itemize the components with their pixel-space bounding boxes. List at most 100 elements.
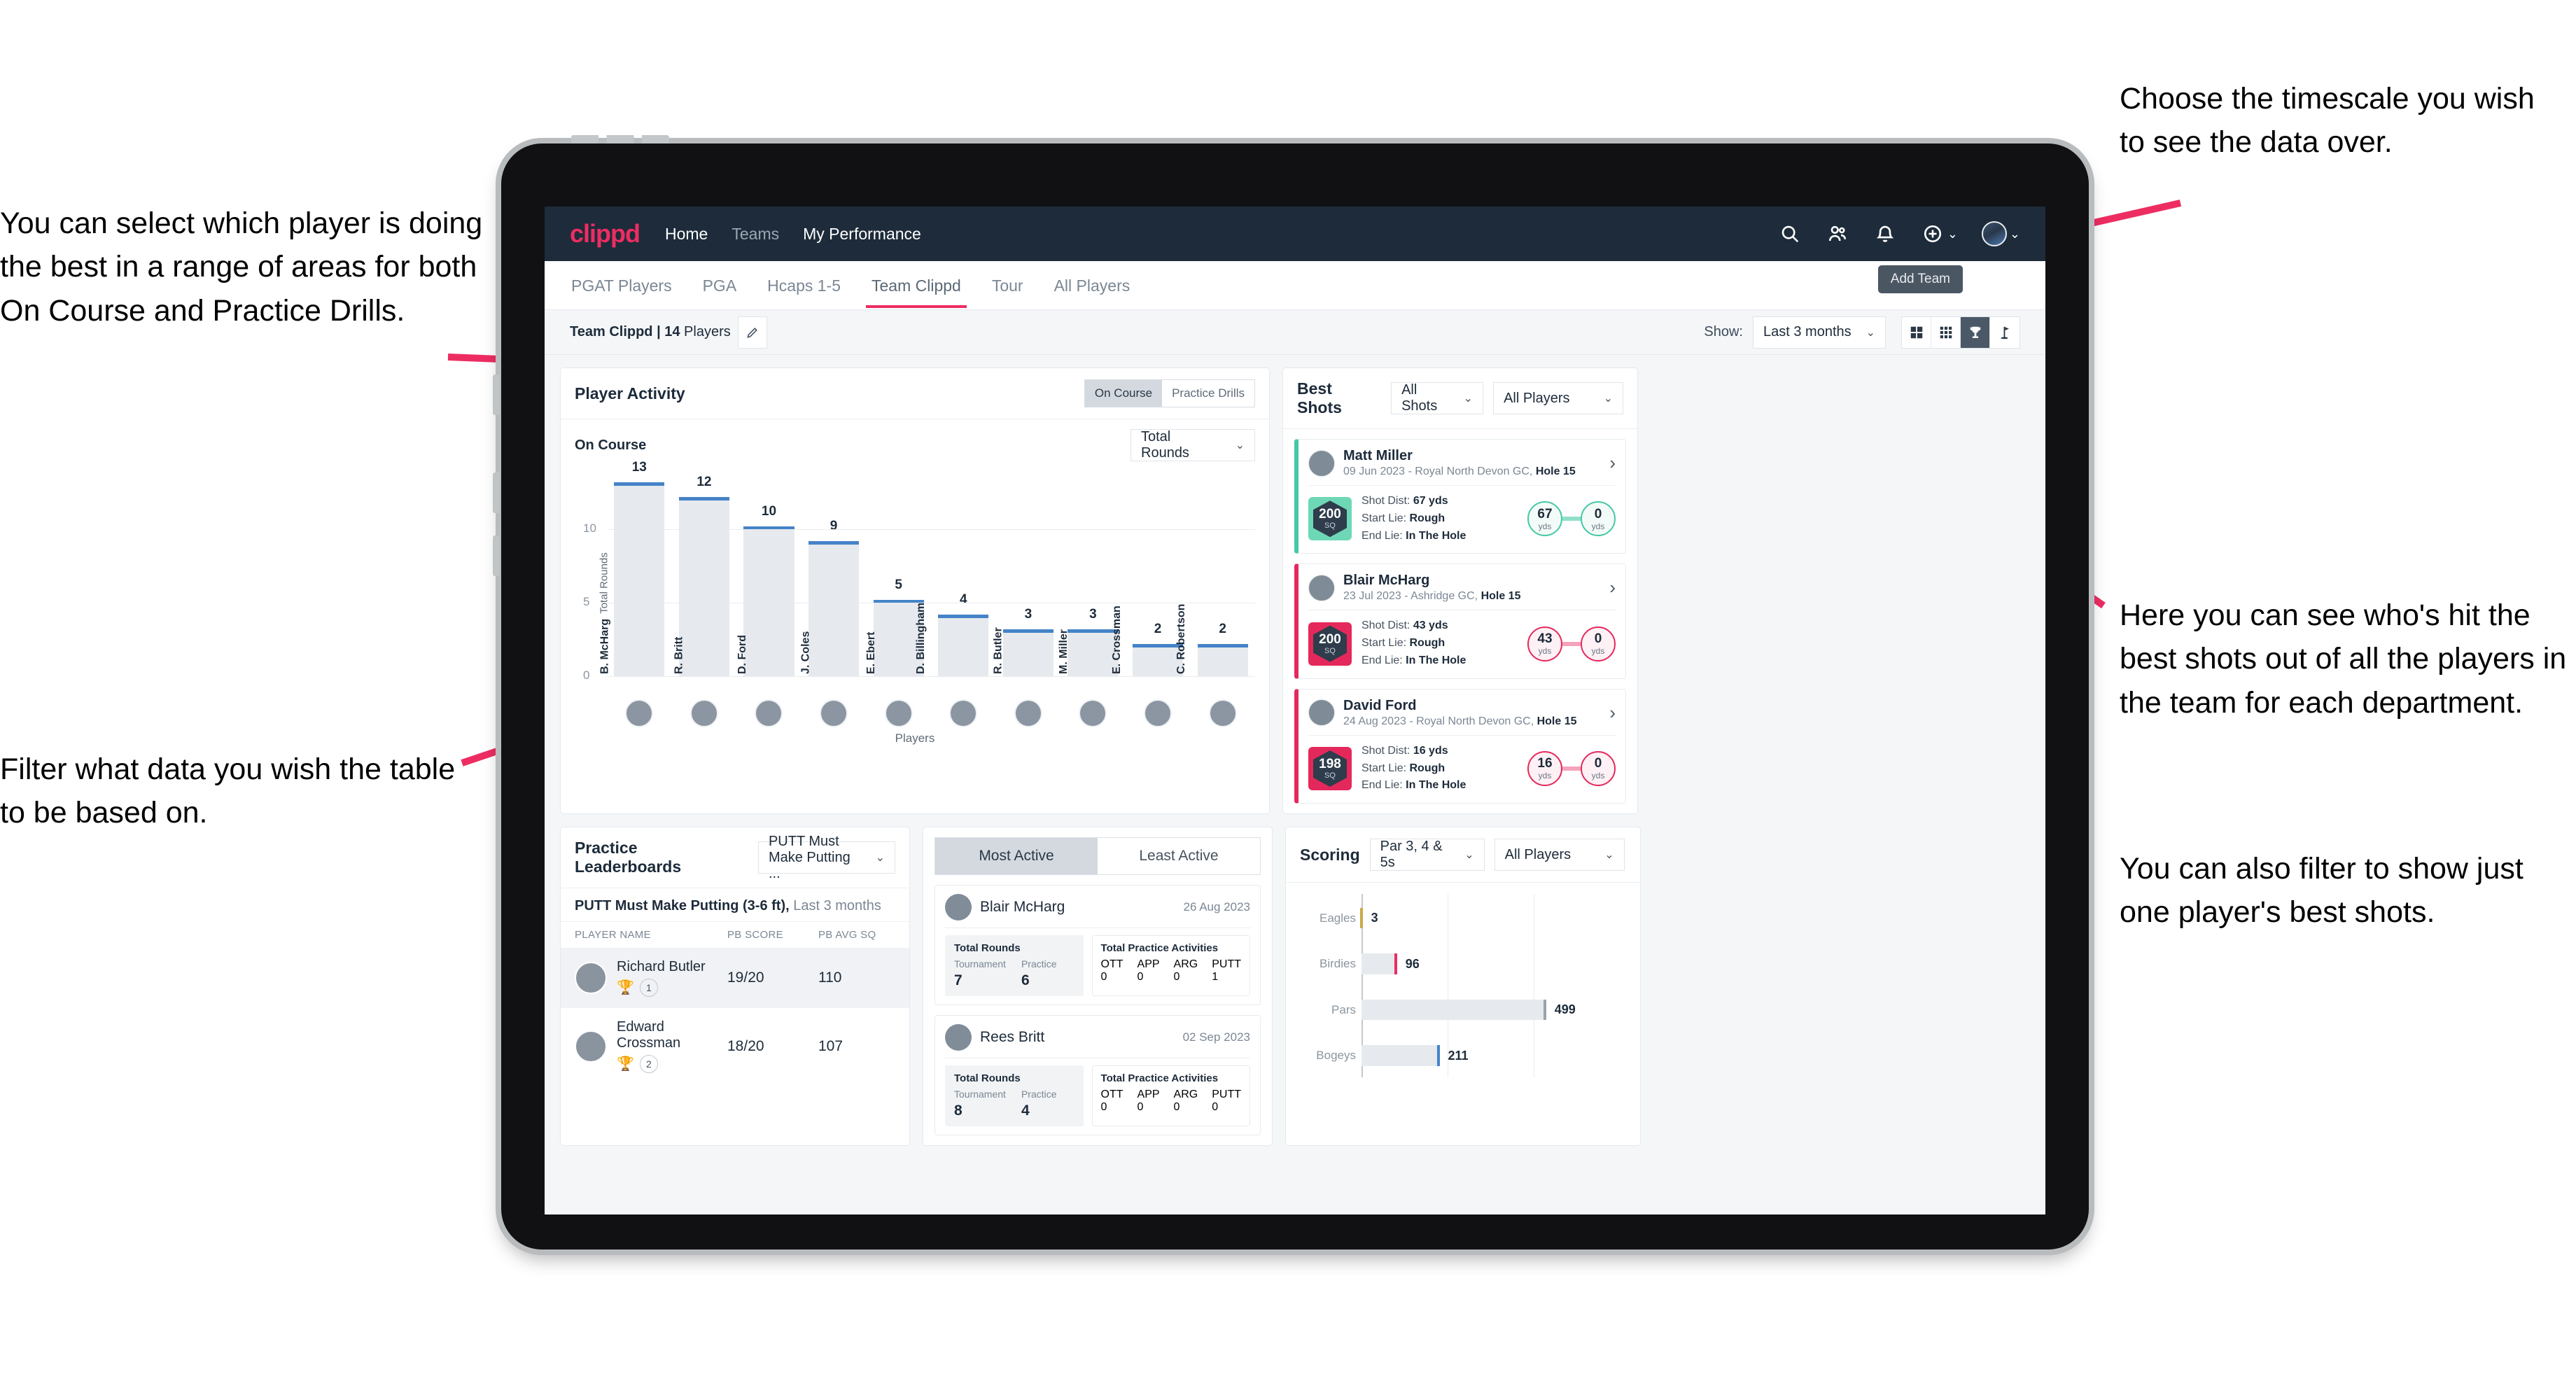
chart-bar-value: 3 xyxy=(1024,607,1032,622)
player-avatar[interactable] xyxy=(755,699,783,727)
edit-team-button[interactable] xyxy=(737,316,767,349)
tab-least-active[interactable]: Least Active xyxy=(1098,838,1260,874)
avatar xyxy=(575,962,607,995)
shot-start-value: 67 xyxy=(1537,506,1553,522)
player-avatar[interactable] xyxy=(949,699,978,727)
grid-large-icon-button[interactable] xyxy=(1902,316,1931,348)
bell-icon[interactable] xyxy=(1873,222,1897,246)
chart-bar-cap xyxy=(614,482,665,486)
add-team-tooltip[interactable]: Add Team xyxy=(1877,265,1963,293)
trophy-icon-button[interactable] xyxy=(1961,316,1990,348)
drill-select[interactable]: PUTT Must Make Putting ... ⌄ xyxy=(757,834,895,881)
player-avatar[interactable] xyxy=(820,699,848,727)
profile-menu[interactable]: ⌄ xyxy=(1981,221,2020,246)
chart-bar-group[interactable]: 9 J. Coles xyxy=(799,471,867,677)
chart-bar-group[interactable]: 3 R. Butler xyxy=(993,471,1061,677)
activity-card-list: Blair McHarg 26 Aug 2023 Total Rounds Tourn… xyxy=(934,885,1261,1136)
best-shot-card[interactable]: Matt Miller 09 Jun 2023 - Royal North Dev… xyxy=(1294,439,1626,554)
scoring-category-label: Eagles xyxy=(1320,911,1356,925)
activity-metric-select[interactable]: Total Rounds ⌄ xyxy=(1130,429,1255,461)
scoring-player-filter[interactable]: All Players ⌄ xyxy=(1494,839,1625,872)
scoring-bar-tip xyxy=(1359,907,1363,929)
player-avatar[interactable] xyxy=(1144,699,1172,727)
tab-tour[interactable]: Tour xyxy=(990,262,1025,308)
tab-hcaps-1-5[interactable]: Hcaps 1-5 xyxy=(766,262,842,308)
segment-practice-drills[interactable]: Practice Drills xyxy=(1162,380,1254,407)
shot-quality-unit: SQ xyxy=(1324,771,1336,780)
scoring-bar-row[interactable]: Pars 499 xyxy=(1331,999,1620,1021)
add-menu[interactable]: ⌄ xyxy=(1921,222,1958,246)
rounds-value: 7 xyxy=(954,972,962,989)
total-practice-label: Total Practice Activities xyxy=(1100,1072,1219,1085)
team-players-suffix: Players xyxy=(680,324,731,340)
activity-card[interactable]: Rees Britt 02 Sep 2023 Total Rounds Tournam… xyxy=(934,1015,1261,1136)
activity-card[interactable]: Blair McHarg 26 Aug 2023 Total Rounds Tourn… xyxy=(934,885,1261,1006)
scoring-bar-row[interactable]: Eagles 3 xyxy=(1320,907,1620,929)
chart-bar-group[interactable]: 2 C. Robertson xyxy=(1175,471,1255,677)
shot-quality-value: 200 xyxy=(1319,507,1341,522)
player-activity-card: Player Activity On Course Practice Drill… xyxy=(560,368,1270,815)
tab-all-players[interactable]: All Players xyxy=(1053,262,1132,308)
chart-bar-group[interactable]: 4 D. Billingham xyxy=(915,471,996,677)
player-avatar-row xyxy=(607,699,1255,727)
clippd-logo[interactable]: clippd xyxy=(570,219,640,248)
tab-pgat-players[interactable]: PGAT Players xyxy=(570,262,673,308)
player-avatar[interactable] xyxy=(625,699,654,727)
chart-x-tick-label: J. Coles xyxy=(799,631,812,674)
chevron-right-icon[interactable]: › xyxy=(1609,577,1616,598)
total-rounds-box: Total Rounds Tournament 8 Practice 4 xyxy=(945,1065,1084,1127)
shot-connector xyxy=(1562,641,1581,646)
tab-pga[interactable]: PGA xyxy=(701,262,738,308)
leaderboard-player-name: Edward Crossman xyxy=(617,1019,681,1051)
shot-connector xyxy=(1562,517,1581,522)
nav-link-teams[interactable]: Teams xyxy=(732,225,779,244)
chevron-right-icon[interactable]: › xyxy=(1609,702,1616,724)
player-avatar[interactable] xyxy=(884,699,913,727)
plus-circle-icon[interactable] xyxy=(1921,222,1945,246)
segment-on-course[interactable]: On Course xyxy=(1084,380,1163,407)
shot-end-distance: 0 yds xyxy=(1581,626,1616,662)
chart-bar-group[interactable]: 12 R. Britt xyxy=(672,471,737,677)
grid-small-icon-button[interactable] xyxy=(1931,316,1961,348)
scoring-par-filter[interactable]: Par 3, 4 & 5s ⌄ xyxy=(1369,839,1485,872)
practice-key: OTT xyxy=(1100,1088,1124,1101)
best-shot-details: Shot Dist: 67 yds Start Lie: Rough End Lie… xyxy=(1362,493,1466,545)
table-row[interactable]: Richard Butler 🏆 1 19/20 110 xyxy=(561,948,909,1009)
chevron-down-icon: ⌄ xyxy=(2009,226,2020,241)
annotation-right-bottom: You can also filter to show just one pla… xyxy=(2120,852,2524,930)
chevron-right-icon[interactable]: › xyxy=(1609,452,1616,474)
golf-flag-icon-button[interactable] xyxy=(1990,317,2019,348)
scoring-bar-row[interactable]: Bogeys 211 xyxy=(1316,1045,1620,1066)
player-avatar[interactable] xyxy=(1208,699,1237,727)
chart-bar-group[interactable]: 13 B. McHarg xyxy=(599,460,672,677)
best-shot-card[interactable]: Blair McHarg 23 Jul 2023 - Ashridge GC, H… xyxy=(1294,564,1626,679)
avatar[interactable] xyxy=(1981,221,2007,246)
chart-bar-group[interactable]: 10 D. Ford xyxy=(736,471,802,677)
tablet-side-button xyxy=(493,374,500,415)
tab-team-clippd[interactable]: Team Clippd xyxy=(866,262,967,308)
best-shots-shot-filter[interactable]: All Shots ⌄ xyxy=(1391,382,1484,414)
player-activity-ranking-card: Most Active Least Active Blair McHarg 26 … xyxy=(923,827,1273,1147)
best-shots-player-filter[interactable]: All Players ⌄ xyxy=(1493,382,1623,414)
timescale-select[interactable]: Last 3 months ⌄ xyxy=(1753,316,1886,349)
team-name-count: Team Clippd | 14 xyxy=(570,324,680,340)
player-avatar[interactable] xyxy=(1079,699,1107,727)
activity-date: 26 Aug 2023 xyxy=(1183,900,1250,914)
scoring-bar-row[interactable]: Birdies 96 xyxy=(1320,953,1620,974)
player-avatar[interactable] xyxy=(690,699,718,727)
chevron-down-icon: ⌄ xyxy=(1865,326,1875,339)
practice-value: 0 xyxy=(1173,971,1180,983)
search-icon[interactable] xyxy=(1778,222,1802,246)
player-avatar[interactable] xyxy=(1014,699,1042,727)
nav-link-home[interactable]: Home xyxy=(665,225,708,244)
best-shot-card[interactable]: David Ford 24 Aug 2023 - Royal North Devo… xyxy=(1294,688,1626,804)
scoring-bar-value: 3 xyxy=(1371,911,1378,925)
tab-most-active[interactable]: Most Active xyxy=(935,838,1098,875)
scoring-category-label: Pars xyxy=(1331,1002,1356,1016)
nav-link-my-performance[interactable]: My Performance xyxy=(803,225,921,244)
table-row[interactable]: Edward Crossman 🏆 2 18/20 107 xyxy=(561,1008,909,1084)
start-lie-line: Start Lie: Rough xyxy=(1362,637,1446,650)
chart-bar-cap xyxy=(1002,629,1054,633)
shot-distance-diagram: 16 yds 0 yds xyxy=(1527,750,1616,786)
people-icon[interactable] xyxy=(1826,222,1849,246)
